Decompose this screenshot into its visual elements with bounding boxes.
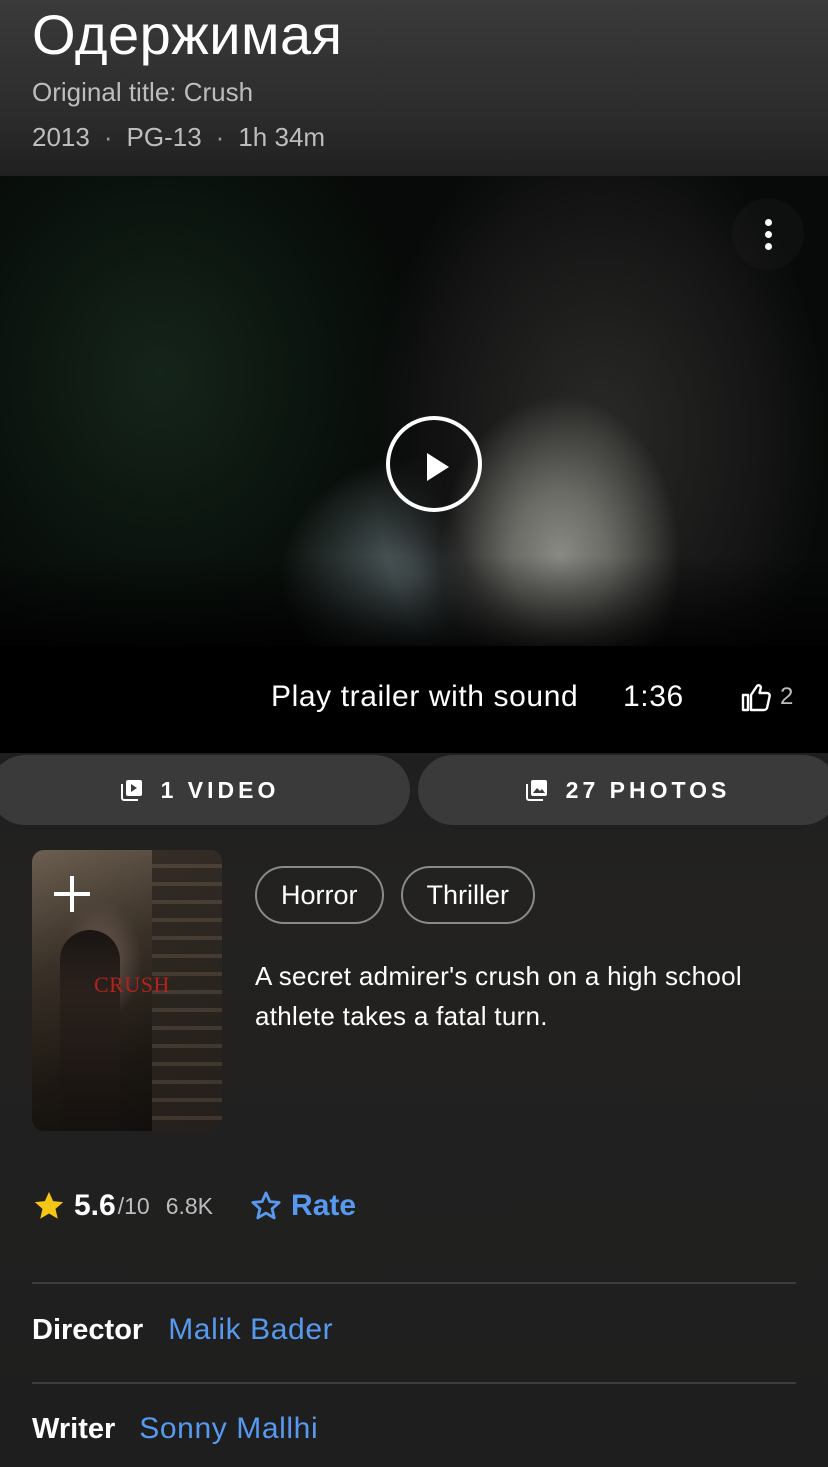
video-library-icon (120, 780, 142, 801)
trailer-player[interactable]: Play trailer with sound 1:36 2 (0, 176, 828, 753)
director-label: Director (32, 1314, 144, 1346)
certificate[interactable]: PG-13 (127, 120, 202, 154)
plot-summary[interactable]: A secret admirer's crush on a high schoo… (255, 956, 815, 1036)
title-header: Одержимая Original title: Crush 2013 · P… (32, 0, 812, 154)
thumbs-up-icon[interactable] (740, 681, 772, 713)
divider (32, 1382, 796, 1384)
photos-button[interactable]: 27 PHOTOS (418, 755, 828, 825)
plus-icon[interactable] (50, 872, 94, 916)
like-count: 2 (780, 683, 794, 710)
photo-library-icon (525, 780, 547, 801)
title-meta: 2013 · PG-13 · 1h 34m (32, 120, 812, 154)
media-buttons: 1 VIDEO 27 PHOTOS (0, 755, 828, 825)
page-title: Одержимая (32, 3, 343, 66)
genre-chip[interactable]: Horror (255, 866, 384, 924)
release-year[interactable]: 2013 (32, 120, 90, 154)
videos-button[interactable]: 1 VIDEO (0, 755, 410, 825)
play-trailer-label[interactable]: Play trailer with sound (271, 672, 578, 722)
original-title: Original title: Crush (32, 77, 254, 107)
trailer-info-bar: Play trailer with sound 1:36 2 (0, 672, 828, 722)
genre-chips: Horror Thriller (255, 866, 536, 924)
director-row: Director Malik Bader (32, 1313, 333, 1347)
director-link[interactable]: Malik Bader (168, 1313, 333, 1347)
videos-label: 1 VIDEO (160, 776, 280, 803)
imdb-rating[interactable]: 5.6 (74, 1189, 116, 1223)
rating-row: 5.6 /10 6.8K Rate (32, 1182, 356, 1230)
trailer-duration: 1:36 (623, 680, 684, 713)
star-outline-icon (251, 1191, 281, 1220)
writer-link[interactable]: Sonny Mallhi (139, 1412, 318, 1446)
divider (32, 1282, 796, 1284)
play-circle-icon[interactable] (386, 416, 482, 512)
writer-label: Writer (32, 1413, 116, 1445)
photos-label: 27 PHOTOS (565, 776, 731, 803)
poster-logo: CRUSH (94, 972, 170, 997)
rate-button[interactable]: Rate (249, 1189, 356, 1223)
meta-separator: · (103, 122, 113, 152)
runtime: 1h 34m (238, 122, 326, 152)
rate-label: Rate (291, 1189, 357, 1222)
movie-poster[interactable]: CRUSH (32, 850, 222, 1131)
rating-count: 6.8K (165, 1192, 214, 1219)
star-icon (34, 1191, 64, 1219)
poster-figure (60, 930, 120, 1130)
thumbnail-fade (0, 556, 828, 666)
play-triangle-icon (427, 453, 449, 481)
rating-max: /10 (117, 1192, 150, 1219)
meta-separator: · (215, 122, 225, 152)
writer-row: Writer Sonny Mallhi (32, 1412, 318, 1446)
genre-chip[interactable]: Thriller (400, 866, 536, 924)
more-vert-icon[interactable] (732, 198, 804, 270)
